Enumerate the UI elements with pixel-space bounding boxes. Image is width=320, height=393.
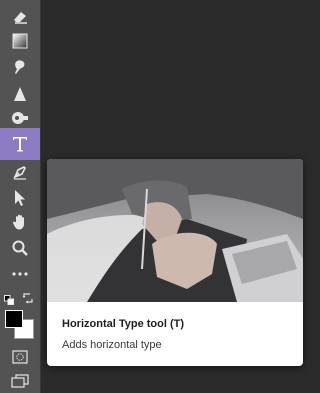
eraser-icon: [14, 12, 27, 24]
screen-mode-button[interactable]: [0, 366, 40, 393]
tooltip-title: Horizontal Type tool (T): [62, 318, 185, 330]
more-tools-button[interactable]: [0, 259, 40, 289]
ellipsis-icon: [12, 272, 28, 276]
default-colors-button[interactable]: [4, 292, 14, 305]
dodge-icon: [12, 112, 28, 124]
quick-mask-icon: [12, 350, 28, 364]
tooltip-description: Adds horizontal type: [62, 339, 162, 351]
tool-tooltip: Horizontal Type tool (T) Adds horizontal…: [47, 159, 303, 366]
default-colors-icon: [4, 295, 14, 305]
tooltip-preview-image: [47, 159, 303, 302]
workspace: Horizontal Type tool (T) Adds horizontal…: [0, 0, 315, 393]
swap-arrows-icon: [22, 293, 33, 304]
type-tool[interactable]: [0, 128, 40, 160]
screen-mode-icon: [11, 374, 29, 388]
triangle-icon: [14, 87, 26, 101]
swap-colors-button[interactable]: [22, 291, 34, 304]
tools-panel: [0, 0, 41, 393]
smudge-tool[interactable]: [0, 52, 40, 82]
smudge-icon: [15, 60, 25, 74]
arrow-icon: [15, 190, 25, 206]
magnifier-icon: [12, 240, 28, 256]
hand-icon: [12, 214, 24, 230]
type-icon: [13, 137, 27, 152]
foreground-color-swatch[interactable]: [5, 310, 23, 328]
pen-icon: [13, 166, 26, 180]
tooltip-illustration: [47, 159, 303, 302]
gradient-icon: [12, 33, 28, 49]
